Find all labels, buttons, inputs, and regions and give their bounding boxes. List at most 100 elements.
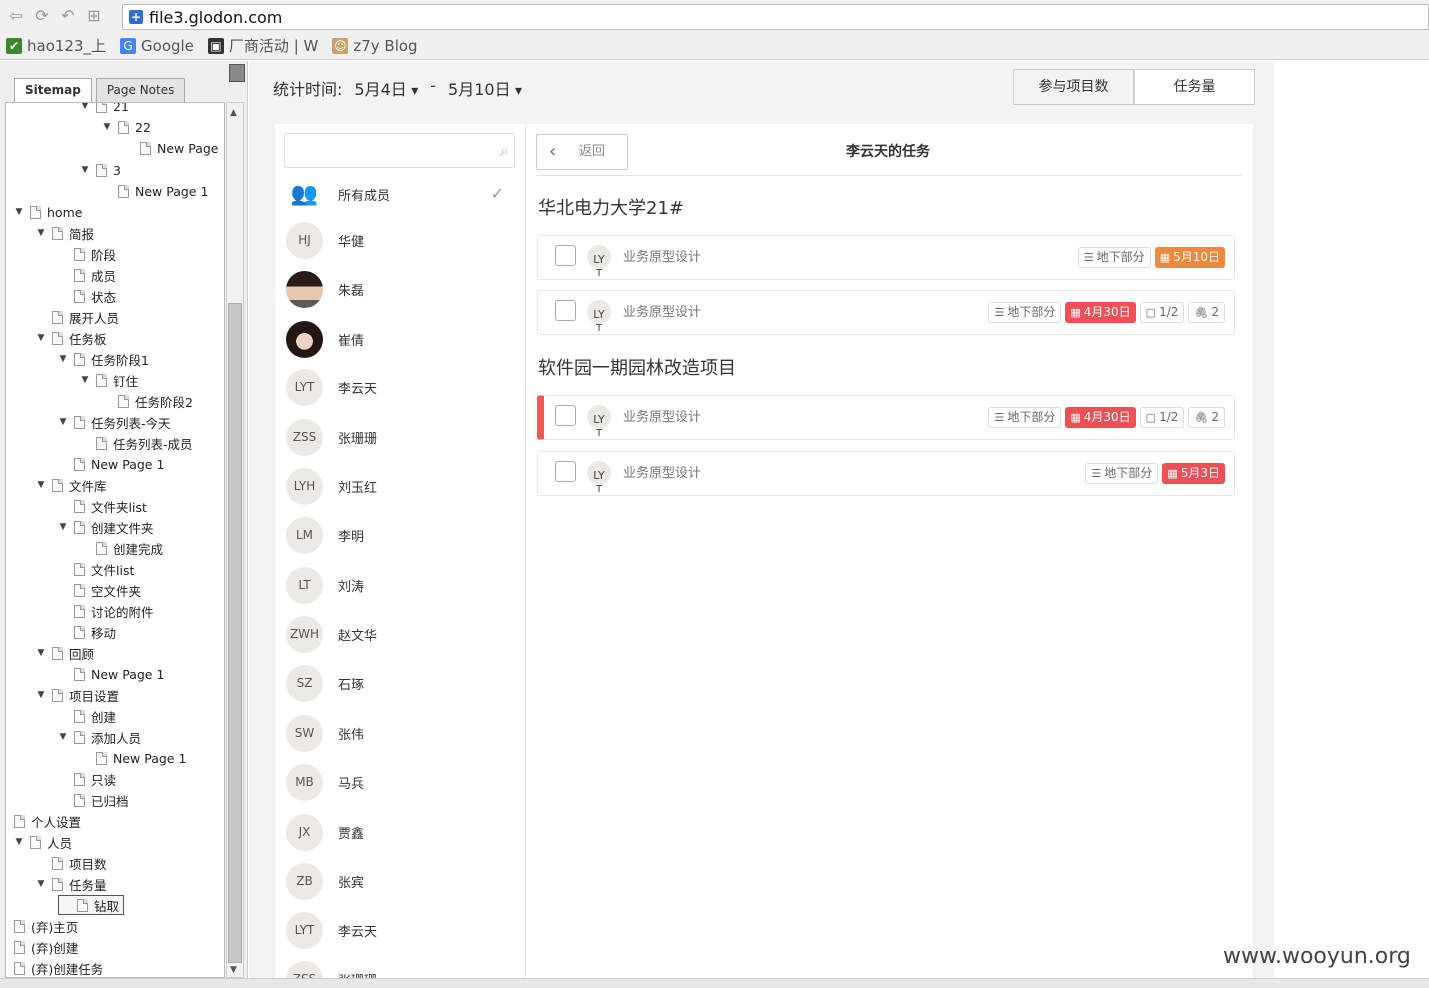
expand-toggle-icon[interactable]: ▼ xyxy=(36,648,46,658)
address-bar[interactable]: + file3.glodon.com xyxy=(122,4,1429,30)
expand-toggle-icon[interactable]: ▼ xyxy=(102,122,112,132)
member-item[interactable]: LYT 李云天 xyxy=(286,367,516,407)
sitemap-node[interactable]: ▼ 项目设置 xyxy=(36,685,119,705)
sitemap-node[interactable]: 状态 xyxy=(58,286,116,306)
tab-sitemap[interactable]: Sitemap xyxy=(14,78,92,102)
sitemap-node[interactable]: ▼ 21 xyxy=(80,103,129,116)
sitemap-node[interactable]: 阶段 xyxy=(58,244,116,264)
bookmark-item[interactable]: ▣ 厂商活动 | W xyxy=(207,35,318,56)
bookmark-item[interactable]: G Google xyxy=(120,35,194,56)
task-row[interactable]: LY T 业务原型设计 ☰ 地下部分 ▦ 5月10日 xyxy=(537,235,1235,280)
member-item[interactable]: SW 张伟 xyxy=(286,713,516,753)
sitemap-node[interactable]: 只读 xyxy=(58,769,116,789)
sitemap-node[interactable]: 空文件夹 xyxy=(58,580,141,600)
sitemap-node[interactable]: ▼ 人员 xyxy=(14,832,72,852)
task-name[interactable]: 业务原型设计 xyxy=(623,301,701,320)
expand-toggle-icon[interactable]: ▼ xyxy=(58,522,68,532)
forward-arrow-icon[interactable]: ⟳ xyxy=(32,6,52,26)
sitemap-node[interactable]: ▼ 任务列表-今天 xyxy=(58,412,171,432)
sitemap-node[interactable]: ▼ 任务阶段1 xyxy=(58,349,149,369)
member-item[interactable]: 朱磊 xyxy=(286,269,516,309)
expand-toggle-icon[interactable]: ▼ xyxy=(14,837,24,847)
expand-toggle-icon[interactable]: ▼ xyxy=(36,333,46,343)
member-item[interactable]: 崔倩 xyxy=(286,319,516,359)
grid-icon[interactable]: ⊞ xyxy=(84,6,104,26)
toggle-task-count[interactable]: 任务量 xyxy=(1134,69,1255,105)
back-arrow-icon[interactable]: ⇦ xyxy=(6,6,26,26)
stage-chip[interactable]: ☰ 地下部分 xyxy=(1077,247,1151,268)
subtask-chip[interactable]: ▢ 1/2 xyxy=(1139,407,1185,428)
member-item[interactable]: ZB 张宾 xyxy=(286,861,516,901)
task-name[interactable]: 业务原型设计 xyxy=(623,462,701,481)
stage-chip[interactable]: ☰ 地下部分 xyxy=(988,407,1062,428)
scroll-down-icon[interactable]: ▼ xyxy=(230,965,237,975)
expand-toggle-icon[interactable]: ▼ xyxy=(80,375,90,385)
task-row[interactable]: LY T 业务原型设计 ☰ 地下部分 ▦ 4月30日 ▢ 1/2 🖇 2 xyxy=(537,290,1235,335)
sitemap-node[interactable]: 讨论的附件 xyxy=(58,601,154,621)
due-date-chip[interactable]: ▦ 5月10日 xyxy=(1154,247,1225,268)
sitemap-node[interactable]: ▼ 简报 xyxy=(36,223,94,243)
sitemap-node[interactable]: 已归档 xyxy=(58,790,129,810)
sitemap-node[interactable]: ▼ 3 xyxy=(80,160,121,180)
task-name[interactable]: 业务原型设计 xyxy=(623,406,701,425)
member-item[interactable]: LYH 刘玉红 xyxy=(286,466,516,506)
sitemap-node[interactable]: 展开人员 xyxy=(36,307,119,327)
member-item[interactable]: LYT 李云天 xyxy=(286,910,516,950)
sitemap-node[interactable]: 项目数 xyxy=(36,853,107,873)
task-name[interactable]: 业务原型设计 xyxy=(623,246,701,265)
tab-page-notes[interactable]: Page Notes xyxy=(95,78,186,102)
sitemap-node[interactable]: New Page 1 xyxy=(124,138,224,158)
member-item[interactable]: 👥 所有成员 ✓ xyxy=(286,174,516,214)
sitemap-node[interactable]: 任务列表-成员 xyxy=(80,433,193,453)
member-item[interactable]: ZSS 张珊珊 xyxy=(286,959,516,978)
member-item[interactable]: SZ 石琢 xyxy=(286,663,516,703)
member-item[interactable]: LM 李明 xyxy=(286,515,516,555)
bookmark-item[interactable]: ✔ hao123_上 xyxy=(6,35,106,56)
attachment-chip[interactable]: 🖇 2 xyxy=(1188,407,1225,428)
sitemap-node[interactable]: 创建完成 xyxy=(80,538,163,558)
expand-toggle-icon[interactable]: ▼ xyxy=(58,417,68,427)
sitemap-node[interactable]: ▼ 钉住 xyxy=(80,370,138,390)
sitemap-node[interactable]: 创建 xyxy=(58,706,116,726)
scroll-up-icon[interactable]: ▲ xyxy=(230,108,237,118)
sitemap-node[interactable]: ▼ home xyxy=(14,202,83,222)
sitemap-node[interactable]: New Page 1 xyxy=(80,748,186,768)
member-item[interactable]: LT 刘涛 xyxy=(286,565,516,605)
due-date-chip[interactable]: ▦ 4月30日 xyxy=(1065,302,1136,323)
sitemap-node[interactable]: 文件夹list xyxy=(58,496,147,516)
expand-toggle-icon[interactable]: ▼ xyxy=(36,879,46,889)
sitemap-node[interactable]: 任务阶段2 xyxy=(102,391,193,411)
stage-chip[interactable]: ☰ 地下部分 xyxy=(1085,463,1159,484)
task-checkbox[interactable] xyxy=(555,245,576,266)
expand-toggle-icon[interactable]: ▼ xyxy=(58,354,68,364)
panel-toggle-button[interactable] xyxy=(229,64,245,82)
expand-toggle-icon[interactable]: ▼ xyxy=(36,690,46,700)
sitemap-node[interactable]: (弃)创建任务 xyxy=(14,958,103,977)
sitemap-node[interactable]: ▼ 创建文件夹 xyxy=(58,517,154,537)
due-date-chip[interactable]: ▦ 5月3日 xyxy=(1162,463,1225,484)
member-item[interactable]: ZWH 赵文华 xyxy=(286,614,516,654)
sitemap-node[interactable]: New Page 1 xyxy=(102,181,208,201)
toggle-project-count[interactable]: 参与项目数 xyxy=(1013,69,1134,105)
sitemap-node[interactable]: ▼ 文件库 xyxy=(36,475,107,495)
url-text[interactable]: file3.glodon.com xyxy=(149,8,282,27)
attachment-chip[interactable]: 🖇 2 xyxy=(1188,302,1225,323)
sitemap-node[interactable]: 移动 xyxy=(58,622,116,642)
task-row[interactable]: LY T 业务原型设计 ☰ 地下部分 ▦ 4月30日 ▢ 1/2 🖇 2 xyxy=(537,395,1235,440)
sitemap-node[interactable]: 个人设置 xyxy=(14,811,81,831)
member-item[interactable]: MB 马兵 xyxy=(286,762,516,802)
sitemap-node[interactable]: (弃)主页 xyxy=(14,916,78,936)
expand-toggle-icon[interactable]: ▼ xyxy=(80,165,90,175)
task-checkbox[interactable] xyxy=(555,300,576,321)
expand-toggle-icon[interactable]: ▼ xyxy=(58,732,68,742)
member-item[interactable]: HJ 华健 xyxy=(286,220,516,260)
sitemap-node[interactable]: 钻取 xyxy=(58,895,125,915)
expand-toggle-icon[interactable]: ▼ xyxy=(36,480,46,490)
sitemap-node[interactable]: (弃)创建 xyxy=(14,937,78,957)
due-date-chip[interactable]: ▦ 4月30日 xyxy=(1065,407,1136,428)
member-search-input[interactable]: ⌕ xyxy=(284,133,515,168)
sitemap-node[interactable]: 成员 xyxy=(58,265,116,285)
scroll-thumb[interactable] xyxy=(228,303,242,963)
start-date-dropdown[interactable]: 5月4日 xyxy=(354,76,418,100)
sitemap-node[interactable]: ▼ 回顾 xyxy=(36,643,94,663)
